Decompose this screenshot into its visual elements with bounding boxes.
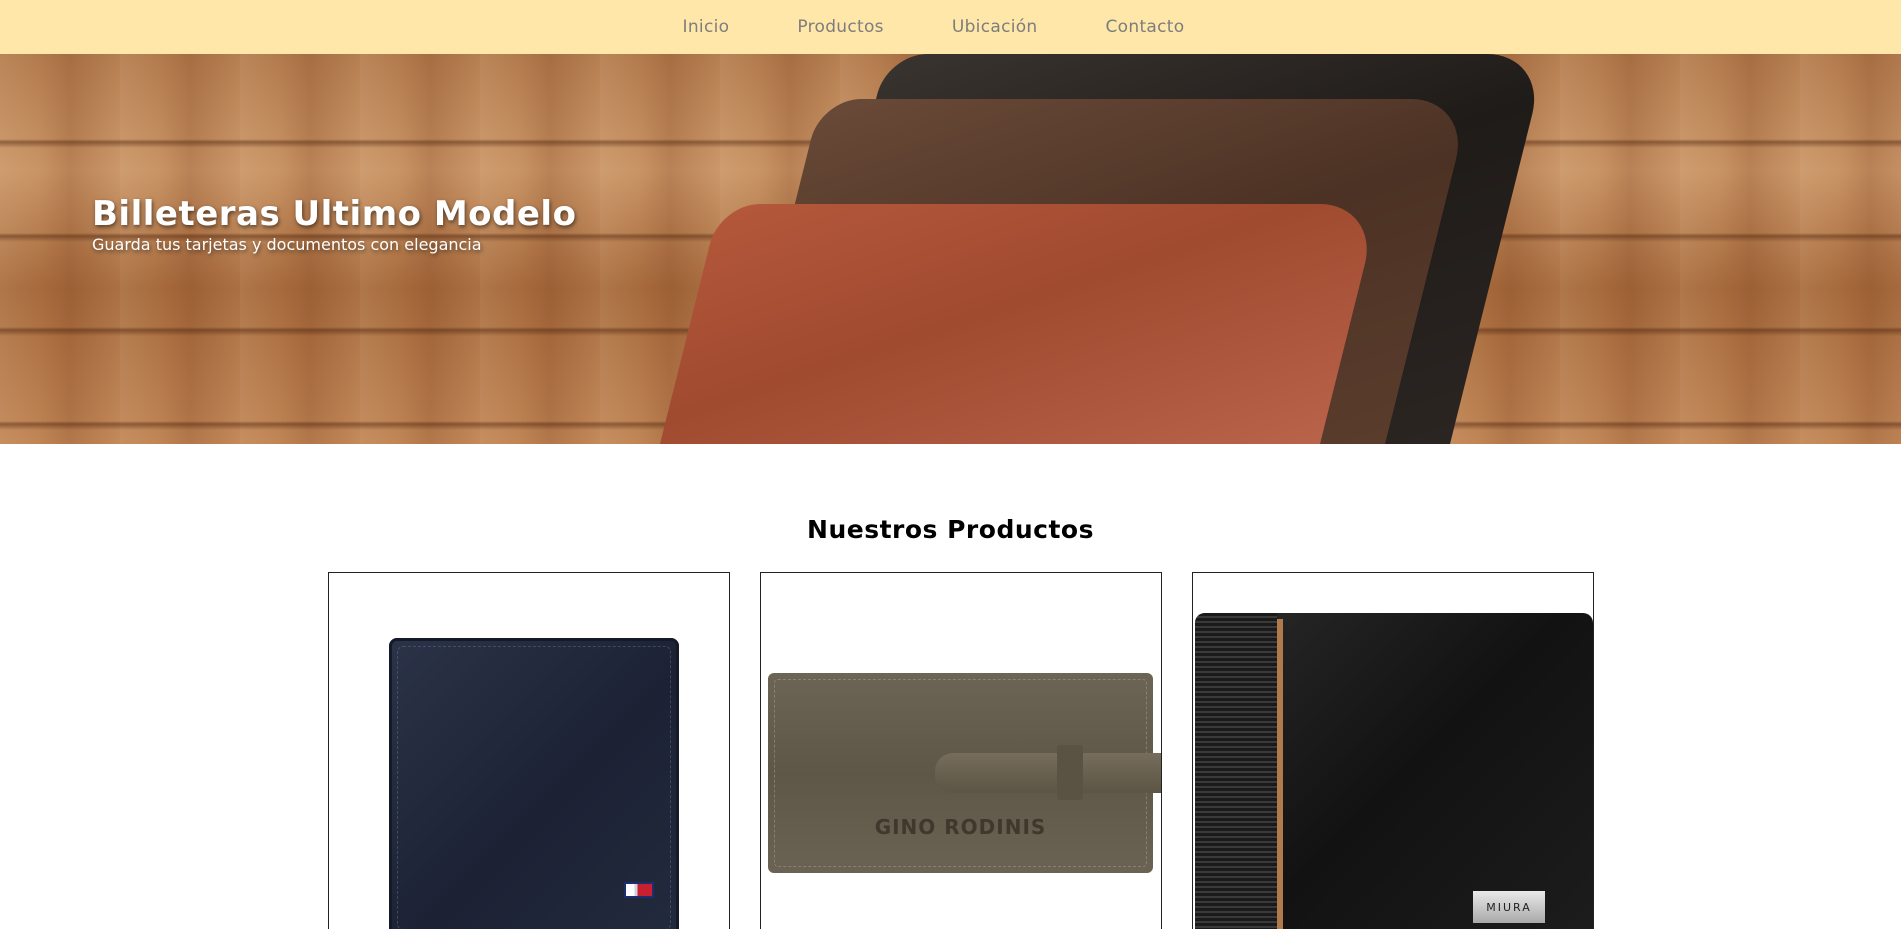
product-card-2[interactable]: GINO RODINIS (760, 572, 1162, 929)
olive-strap-wallet-image: GINO RODINIS (768, 673, 1161, 873)
navy-bifold-wallet-image (389, 638, 679, 929)
product-card-3[interactable]: MIURA (1192, 572, 1594, 929)
nav-link-ubicacion[interactable]: Ubicación (952, 17, 1038, 37)
wallet-strap-loop (1057, 745, 1083, 800)
products-section-title: Nuestros Productos (807, 515, 1094, 544)
wallet-tan-strip (1277, 619, 1283, 929)
hero-text: Billeteras Ultimo Modelo Guarda tus tarj… (92, 194, 576, 256)
product-card-1[interactable] (328, 572, 730, 929)
brand-flag-logo (624, 882, 654, 898)
top-navbar: Inicio Productos Ubicación Contacto (0, 0, 1901, 54)
nav-link-productos[interactable]: Productos (797, 17, 884, 37)
wallet-ribbed-edge (1195, 613, 1277, 929)
hero-banner: Billeteras Ultimo Modelo Guarda tus tarj… (0, 54, 1901, 444)
nav-link-inicio[interactable]: Inicio (683, 17, 730, 37)
hero-tan-wallet (660, 204, 1380, 444)
wallet-brand-emboss: GINO RODINIS (874, 815, 1047, 839)
black-leather-wallet-image: MIURA (1195, 613, 1593, 929)
hero-subtitle: Guarda tus tarjetas y documentos con ele… (92, 235, 482, 254)
hero-title: Billeteras Ultimo Modelo (92, 194, 577, 234)
wallet-strap (935, 753, 1161, 793)
nav-link-contacto[interactable]: Contacto (1106, 17, 1185, 37)
wallet-brand-plate: MIURA (1473, 891, 1545, 923)
